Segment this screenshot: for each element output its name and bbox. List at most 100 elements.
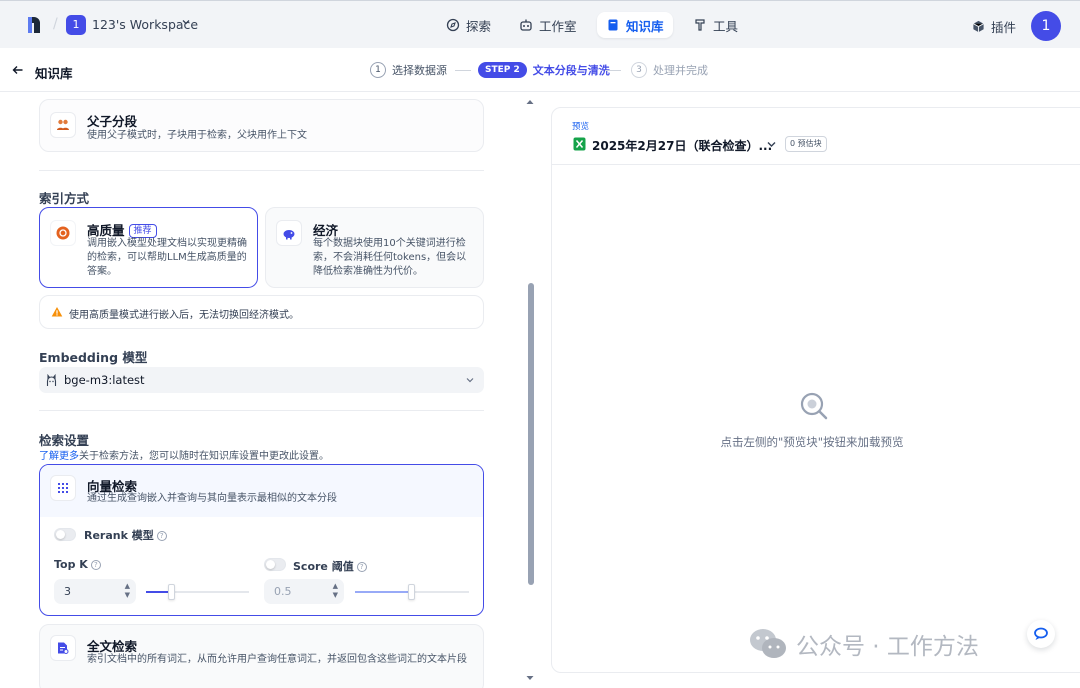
parent-child-title: 父子分段: [87, 114, 138, 129]
nav-knowledge[interactable]: 知识库: [597, 12, 673, 38]
retrieval-description: 了解更多关于检索方法，您可以随时在知识库设置中更改此设置。: [39, 447, 329, 462]
grid-dots-icon: [50, 475, 76, 501]
learn-more-link[interactable]: 了解更多: [39, 451, 79, 462]
nav-knowledge-label: 知识库: [626, 18, 664, 34]
rerank-toggle[interactable]: [54, 528, 76, 541]
step-3-number: 3: [631, 62, 647, 78]
score-threshold-toggle[interactable]: [264, 558, 286, 571]
chunk-count-badge: 0 预估块: [785, 136, 827, 152]
economy-option[interactable]: 经济 每个数据块使用10个关键词进行检索，不会消耗任何tokens，但会以降低检…: [265, 207, 484, 288]
vector-search-card[interactable]: 向量检索 通过生成查询嵌入并查询与其向量表示最相似的文本分段 Rerank 模型…: [39, 464, 484, 616]
help-circle-icon[interactable]: ?: [156, 531, 167, 541]
user-avatar[interactable]: 1: [1031, 11, 1061, 41]
step-2-label: 文本分段与清洗: [532, 64, 610, 77]
retrieval-desc-text: 关于检索方法，您可以随时在知识库设置中更改此设置。: [79, 451, 329, 462]
high-quality-label: 高质量: [87, 223, 125, 238]
plugin-label: 插件: [991, 20, 1017, 35]
score-slider-thumb[interactable]: [408, 584, 415, 600]
compass-icon: [446, 18, 460, 32]
nav-studio-label: 工作室: [539, 18, 577, 34]
parent-child-card[interactable]: 父子分段 使用父子模式时，子块用于检索，父块用作上下文: [39, 99, 484, 152]
nav-tools[interactable]: 工具: [684, 12, 747, 38]
settings-panel: 父子分段 使用父子模式时，子块用于检索，父块用作上下文 索引方式 高质量 推荐 调…: [0, 92, 540, 688]
step-3-label: 处理并完成: [653, 64, 708, 77]
chevron-down-icon[interactable]: [182, 18, 190, 26]
chevron-down-icon[interactable]: [767, 141, 776, 148]
fulltext-search-desc: 索引文档中的所有词汇，从而允许用户查询任意词汇，并返回包含这些词汇的文本片段: [87, 654, 467, 665]
warning-text: 使用高质量模式进行嵌入后，无法切换回经济模式。: [69, 310, 299, 321]
excel-file-icon: [573, 137, 586, 151]
high-quality-desc: 调用嵌入模型处理文档以实现更精确的检索，可以帮助LLM生成高质量的答案。: [87, 238, 247, 277]
app-logo-icon[interactable]: [26, 15, 42, 35]
parent-child-icon: [50, 112, 76, 138]
high-quality-option[interactable]: 高质量 推荐 调用嵌入模型处理文档以实现更精确的检索，可以帮助LLM生成高质量的答…: [39, 207, 258, 288]
arrow-left-icon[interactable]: [12, 64, 24, 76]
topk-slider-thumb[interactable]: [168, 584, 175, 600]
parent-child-desc: 使用父子模式时，子块用于检索，父块用作上下文: [87, 130, 307, 141]
chevron-down-icon: [466, 378, 474, 383]
watermark: 公众号 · 工作方法: [748, 627, 979, 661]
separator-slash: /: [53, 16, 58, 32]
fulltext-search-card[interactable]: 全文检索 索引文档中的所有词汇，从而允许用户查询任意词汇，并返回包含这些词汇的文…: [39, 624, 484, 688]
preview-doc-title[interactable]: 2025年2月27日（联合检查）...: [592, 137, 772, 154]
star-badge-icon: [50, 220, 76, 246]
topk-label: Top K: [54, 558, 88, 571]
score-slider[interactable]: [355, 584, 469, 600]
economy-desc: 每个数据块使用10个关键词进行检索，不会消耗任何tokens，但会以降低检索准确…: [313, 238, 467, 277]
score-value: 0.5: [274, 585, 292, 598]
topk-input[interactable]: 3 ▲ ▼: [54, 579, 136, 604]
steps-bar: 知识库 1 选择数据源 STEP 2 文本分段与清洗 3 处理并完成: [0, 48, 1080, 92]
score-label: Score 阈值: [293, 560, 354, 573]
scroll-down-arrow-icon[interactable]: [526, 675, 534, 681]
embedding-model-select[interactable]: bge-m3:latest: [39, 367, 484, 393]
stepper-arrows-icon[interactable]: ▲ ▼: [333, 582, 338, 600]
score-input[interactable]: 0.5 ▲ ▼: [264, 579, 344, 604]
preview-empty-text: 点击左侧的"预览块"按钮来加载预览: [720, 435, 904, 449]
nav-explore[interactable]: 探索: [437, 12, 500, 38]
preview-panel: 预览 2025年2月27日（联合检查）... 0 预估块 点击左侧的"预览块"按…: [551, 107, 1080, 673]
scrollbar-thumb[interactable]: [528, 283, 534, 585]
book-icon: [608, 19, 618, 31]
score-slider-fill: [355, 591, 412, 593]
help-circle-icon[interactable]: ?: [90, 560, 101, 570]
divider: [39, 170, 484, 171]
chat-ring-icon: [1034, 627, 1048, 640]
help-circle-icon[interactable]: ?: [356, 562, 367, 572]
divider: [39, 410, 484, 411]
workspace-badge[interactable]: 1: [66, 15, 86, 35]
vector-search-desc: 通过生成查询嵌入并查询与其向量表示最相似的文本分段: [87, 493, 337, 504]
plugin-button[interactable]: 插件: [972, 17, 1016, 36]
stepper-arrows-icon[interactable]: ▲ ▼: [125, 582, 130, 600]
nav-tools-label: 工具: [713, 18, 739, 34]
divider: [552, 164, 1080, 165]
scroll-up-arrow-icon[interactable]: [526, 99, 534, 105]
topk-slider[interactable]: [146, 584, 249, 600]
score-label-wrap: Score 阈值?: [293, 558, 367, 574]
step-connector: [455, 70, 471, 71]
rerank-label: Rerank 模型: [84, 529, 154, 542]
step-1-label: 选择数据源: [392, 64, 447, 77]
preview-label: 预览: [572, 122, 590, 132]
step-2: STEP 2 文本分段与清洗: [478, 62, 610, 78]
search-magnifier-icon: [800, 392, 828, 420]
document-search-icon: [50, 635, 76, 661]
piggy-bank-icon: [276, 220, 302, 246]
ollama-icon: [46, 374, 57, 386]
nav-explore-label: 探索: [466, 18, 492, 34]
back-label[interactable]: 知识库: [35, 63, 73, 82]
cube-icon: [973, 20, 984, 33]
top-bar: / 1 123's Workspace 探索 工作室 知识库 工具 插件 1: [0, 0, 1080, 48]
step-1-number: 1: [370, 62, 386, 78]
rerank-label-wrap: Rerank 模型?: [84, 527, 167, 543]
nav-studio[interactable]: 工作室: [510, 12, 586, 38]
index-warning: 使用高质量模式进行嵌入后，无法切换回经济模式。: [39, 295, 484, 329]
assistant-button[interactable]: [1027, 620, 1055, 648]
watermark-text: 公众号 · 工作方法: [796, 634, 979, 660]
wechat-icon: [750, 629, 786, 658]
topk-value: 3: [64, 585, 71, 598]
topk-label-wrap: Top K?: [54, 558, 101, 571]
step-2-pill: STEP 2: [478, 62, 527, 78]
step-1: 1 选择数据源: [370, 62, 447, 78]
index-method-title: 索引方式: [39, 191, 90, 206]
embedding-model-value: bge-m3:latest: [64, 373, 145, 387]
